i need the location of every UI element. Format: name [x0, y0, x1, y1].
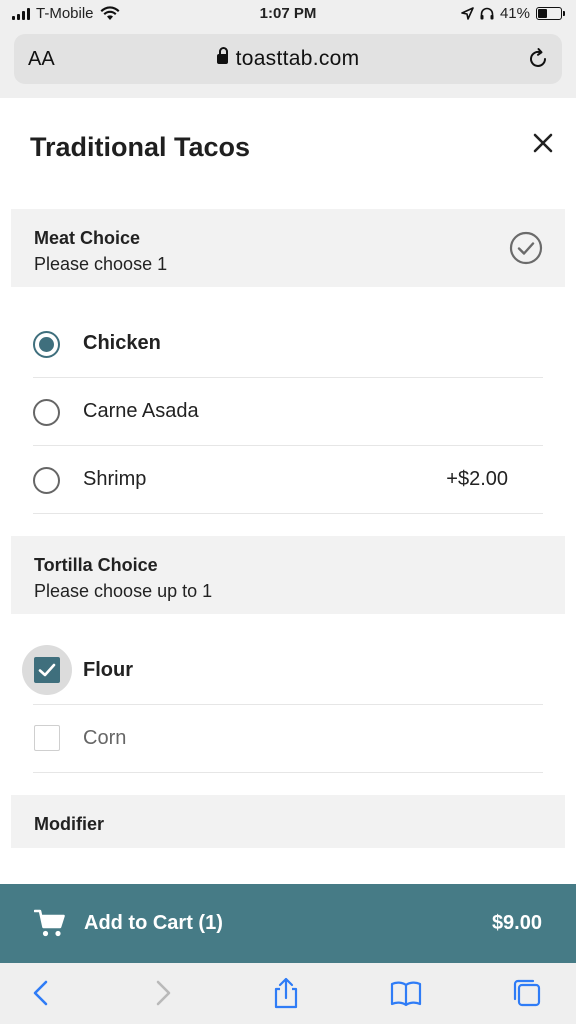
- add-to-cart-label: Add to Cart (1): [84, 912, 223, 934]
- radio-selected-icon[interactable]: [33, 331, 60, 358]
- browser-chrome: AA toasttab.com: [0, 30, 576, 98]
- option-label: Flour: [83, 659, 133, 681]
- url-display[interactable]: toasttab.com: [14, 47, 562, 71]
- close-icon[interactable]: [528, 128, 558, 158]
- option-label: Shrimp: [83, 468, 147, 490]
- headphones-icon: [480, 7, 494, 20]
- option-price: +$2.00: [446, 468, 508, 490]
- check-circle-icon: [509, 231, 543, 265]
- reload-icon[interactable]: [526, 47, 550, 71]
- tortilla-option-flour[interactable]: Flour: [22, 637, 543, 705]
- share-icon[interactable]: [270, 977, 302, 1009]
- checkbox-checked-icon[interactable]: [34, 657, 60, 683]
- back-icon[interactable]: [26, 977, 58, 1009]
- lock-icon: [216, 47, 228, 64]
- section-name: Meat Choice: [34, 228, 141, 248]
- section-name: Modifier: [34, 814, 104, 834]
- forward-icon[interactable]: [146, 977, 178, 1009]
- meat-choice-header: Meat Choice Please choose 1: [11, 209, 565, 287]
- meat-option-carne-asada[interactable]: Carne Asada: [33, 378, 543, 446]
- add-to-cart-button[interactable]: Add to Cart (1) $9.00: [0, 884, 576, 963]
- bookmarks-icon[interactable]: [390, 977, 422, 1009]
- meat-option-shrimp[interactable]: Shrimp +$2.00: [33, 446, 543, 514]
- option-label: Carne Asada: [83, 400, 199, 422]
- modifier-header: Modifier: [11, 795, 565, 848]
- option-label: Corn: [83, 727, 127, 749]
- tabs-icon[interactable]: [511, 977, 543, 1009]
- radio-icon[interactable]: [33, 399, 60, 426]
- location-icon: [461, 7, 474, 20]
- meat-option-chicken[interactable]: Chicken: [33, 310, 543, 378]
- battery-fill: [538, 9, 548, 18]
- status-bar: T-Mobile 1:07 PM 41%: [0, 0, 576, 30]
- address-bar[interactable]: AA toasttab.com: [14, 34, 562, 84]
- item-title: Traditional Tacos: [30, 132, 251, 162]
- url-text: toasttab.com: [235, 47, 360, 70]
- cart-icon: [34, 909, 65, 937]
- section-instruction: Please choose 1: [34, 254, 168, 274]
- browser-toolbar: [0, 963, 576, 1024]
- status-right: 41%: [461, 5, 565, 22]
- section-instruction: Please choose up to 1: [34, 581, 213, 601]
- battery-percent: 41%: [499, 5, 530, 22]
- battery-icon: [536, 7, 565, 20]
- tortilla-choice-header: Tortilla Choice Please choose up to 1: [11, 536, 565, 614]
- cart-total: $9.00: [491, 912, 542, 934]
- tortilla-option-corn[interactable]: Corn: [33, 705, 543, 773]
- radio-icon[interactable]: [33, 467, 60, 494]
- section-name: Tortilla Choice: [34, 555, 158, 575]
- checkbox-icon[interactable]: [34, 725, 60, 751]
- option-label: Chicken: [83, 332, 161, 354]
